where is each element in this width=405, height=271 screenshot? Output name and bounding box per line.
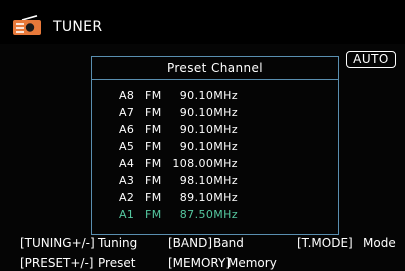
- hint-label-mode: Mode: [363, 236, 396, 250]
- preset-band: FM: [145, 191, 162, 204]
- preset-frequency: 87.50MHz: [179, 208, 238, 221]
- preset-id: A1: [119, 208, 135, 221]
- preset-frequency: 90.10MHz: [179, 106, 238, 119]
- preset-band: FM: [145, 174, 162, 187]
- preset-band: FM: [145, 106, 162, 119]
- popup-title: Preset Channel: [92, 57, 338, 80]
- footer-hints-row-2: [PRESET+/-] Preset [MEMORY] Memory: [20, 256, 400, 271]
- preset-band: FM: [145, 123, 162, 136]
- preset-frequency: 98.10MHz: [179, 174, 238, 187]
- radio-icon: [13, 15, 41, 35]
- hint-key-preset: [PRESET+/-]: [20, 256, 94, 270]
- preset-channel-popup: Preset Channel A8 FM 90.10MHz A7 FM 90.1…: [91, 56, 339, 235]
- footer-hints-row-1: [TUNING+/-] Tuning [BAND] Band [T.MODE] …: [20, 236, 400, 251]
- hint-key-band: [BAND]: [168, 236, 213, 250]
- tuning-mode-badge: AUTO: [346, 51, 396, 68]
- hint-label-tuning: Tuning: [98, 236, 138, 250]
- preset-frequency: 90.10MHz: [179, 140, 238, 153]
- preset-frequency: 90.10MHz: [179, 89, 238, 102]
- preset-id: A3: [119, 174, 135, 187]
- preset-band: FM: [145, 208, 162, 221]
- preset-id: A5: [119, 140, 135, 153]
- hint-key-memory: [MEMORY]: [168, 256, 230, 270]
- preset-id: A6: [119, 123, 135, 136]
- preset-band: FM: [145, 157, 162, 170]
- preset-id: A4: [119, 157, 135, 170]
- preset-band: FM: [145, 140, 162, 153]
- preset-frequency: 89.10MHz: [179, 191, 238, 204]
- hint-key-tuning: [TUNING+/-]: [20, 236, 95, 250]
- preset-frequency: 108.00MHz: [172, 157, 238, 170]
- page-title: TUNER: [53, 19, 103, 35]
- preset-id: A8: [119, 89, 135, 102]
- preset-frequency: 90.10MHz: [179, 123, 238, 136]
- hint-label-band: Band: [213, 236, 244, 250]
- hint-key-mode: [T.MODE]: [297, 236, 353, 250]
- header-bar: TUNER: [0, 0, 405, 44]
- hint-label-memory: Memory: [228, 256, 277, 270]
- preset-id: A2: [119, 191, 135, 204]
- preset-id: A7: [119, 106, 135, 119]
- hint-label-preset: Preset: [98, 256, 136, 270]
- preset-band: FM: [145, 89, 162, 102]
